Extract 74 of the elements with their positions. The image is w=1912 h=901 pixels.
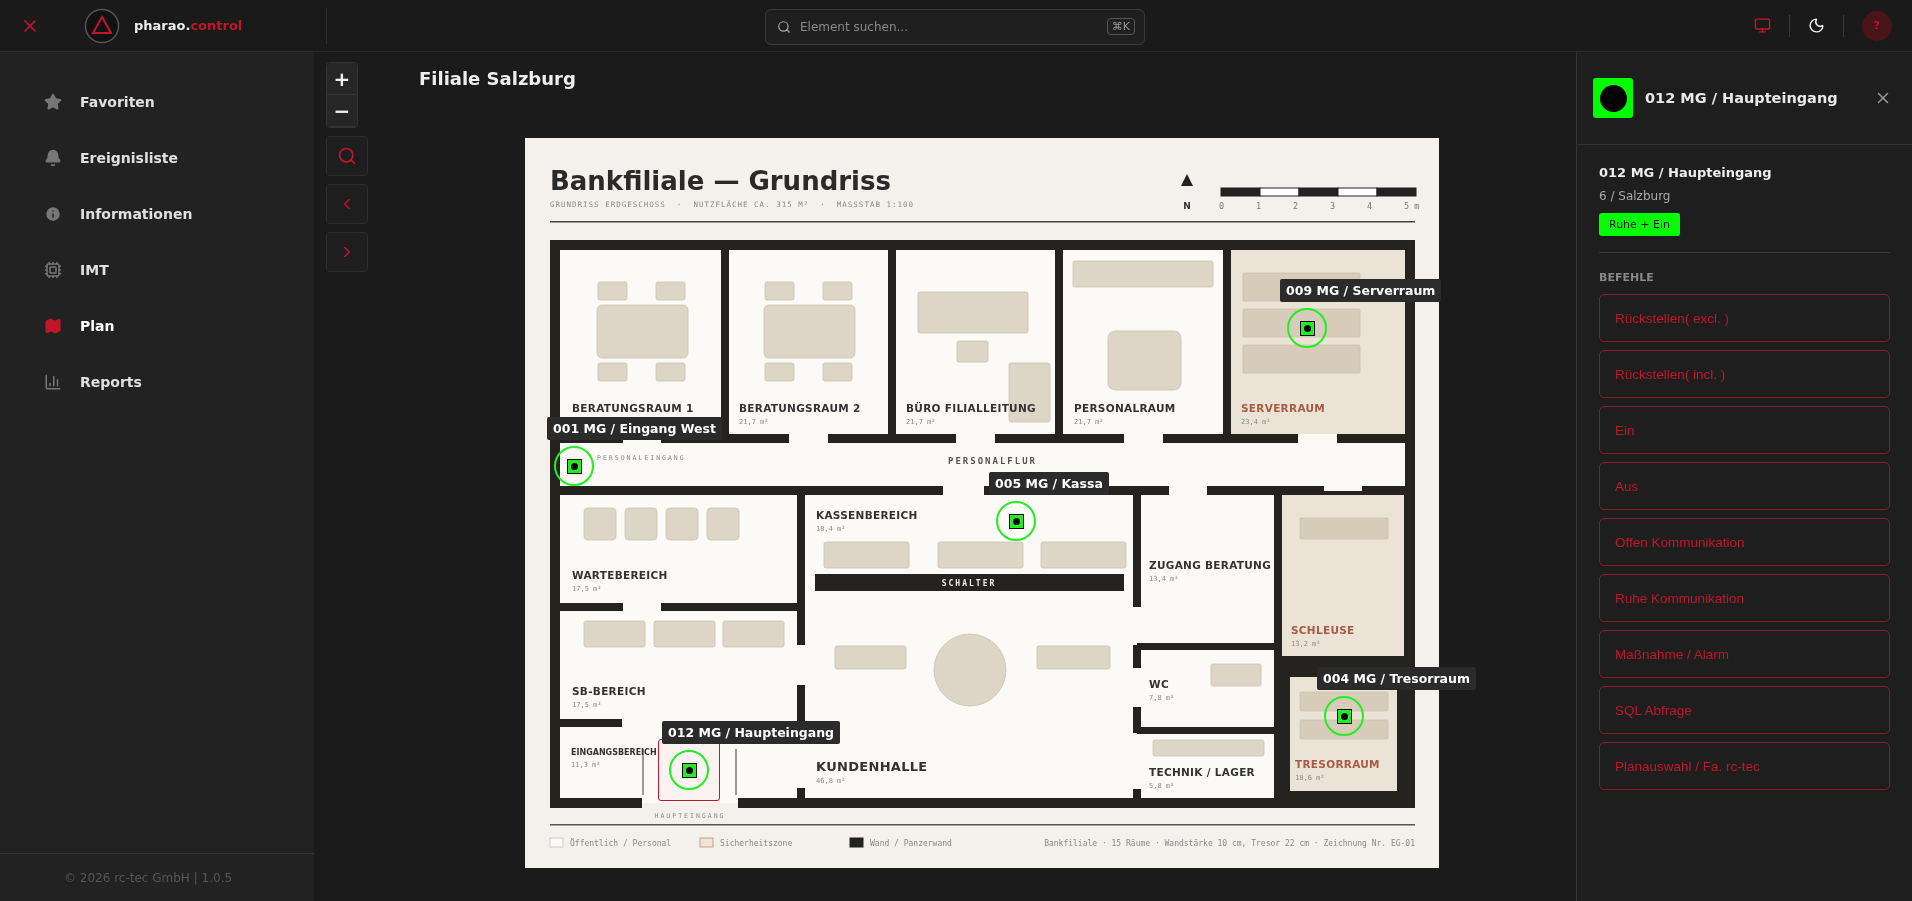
map-title: Filiale Salzburg <box>418 67 577 91</box>
command-button[interactable]: Aus <box>1599 462 1890 510</box>
scale-tick-label: 4 <box>1367 201 1373 211</box>
plan-title: Bankfiliale — Grundriss <box>550 166 891 196</box>
nav-item[interactable]: Plan <box>0 298 314 354</box>
element-name: 012 MG / Haupteingang <box>1599 165 1773 180</box>
command-button[interactable]: SQL Abfrage <box>1599 686 1890 734</box>
brand-name: pharao.control <box>134 18 243 33</box>
plan-annotation: SCHALTER <box>941 579 997 588</box>
room-name: SB-BEREICH <box>572 685 646 697</box>
room-name: EINGANGSBEREICH <box>571 748 657 757</box>
scale-tick-label: 0 <box>1219 201 1225 211</box>
command-button[interactable]: Ein <box>1599 406 1890 454</box>
scale-tick-label: 3 <box>1330 201 1336 211</box>
search-button[interactable] <box>326 136 368 176</box>
zoom-out-button[interactable]: − <box>327 95 357 127</box>
scale-tick-label: 5 m <box>1404 201 1420 211</box>
command-button[interactable]: Offen Kommunikation <box>1599 518 1890 566</box>
legend-label: Wand / Panzerwand <box>870 839 952 848</box>
legend-label: Öffentlich / Personal <box>570 839 672 848</box>
sensor-marker[interactable] <box>658 739 720 801</box>
room-name: SCHLEUSE <box>1291 624 1355 636</box>
scale-tick-label: 1 <box>1256 201 1262 211</box>
nav-item[interactable]: Reports <box>0 354 314 410</box>
room-name: KASSENBEREICH <box>816 509 918 521</box>
nav-item[interactable]: Informationen <box>0 186 314 242</box>
star-icon <box>44 93 62 111</box>
marker-tooltip: 009 MG / Serverraum <box>1280 279 1442 302</box>
monitor-icon[interactable] <box>1754 17 1771 34</box>
room-name: BERATUNGSRAUM 2 <box>739 402 861 414</box>
north-label: N <box>1183 201 1191 211</box>
room-name: WARTEBEREICH <box>572 569 668 581</box>
bell-icon <box>44 149 62 167</box>
scale-tick-label: 2 <box>1293 201 1299 211</box>
nav-item[interactable]: Ereignisliste <box>0 130 314 186</box>
info-icon <box>44 205 62 223</box>
nav-item[interactable]: IMT <box>0 242 314 298</box>
command-button[interactable]: Ruhe Kommunikation <box>1599 574 1890 622</box>
logo-icon <box>84 7 120 44</box>
search-icon <box>337 146 357 166</box>
moon-icon[interactable] <box>1808 17 1825 34</box>
room-name: PERSONALRAUM <box>1074 402 1176 414</box>
status-badge: Ruhe + Ein <box>1599 213 1681 236</box>
plan-note: Bankfiliale · 15 Räume · Wandstärke 10 cm, Tresor 22 cm · Zeichnung Nr. EG-01 <box>1044 839 1415 848</box>
command-button[interactable]: Maßnahme / Alarm <box>1599 630 1890 678</box>
room-name: SERVERRAUM <box>1241 402 1326 414</box>
section-heading: BEFEHLE <box>1599 271 1655 284</box>
room-name: WC <box>1149 678 1169 690</box>
search-icon <box>777 20 791 34</box>
map-icon <box>44 317 62 335</box>
element-location: 6 / Salzburg <box>1599 189 1672 203</box>
room-name: BÜRO FILIALLEITUNG <box>906 402 1036 414</box>
shortcut-hint: ⌘K <box>1106 18 1135 35</box>
room-name: TRESORRAUM <box>1295 758 1380 770</box>
command-button[interactable]: Rückstellen( incl. ) <box>1599 350 1890 398</box>
help-avatar[interactable]: ? <box>1862 10 1892 41</box>
zoom-in-button[interactable]: + <box>327 63 357 95</box>
marker-tooltip: 012 MG / Haupteingang <box>662 721 841 744</box>
north-arrow-icon <box>1181 174 1193 186</box>
marker-tooltip: 004 MG / Tresorraum <box>1317 667 1476 690</box>
panel-title: 012 MG / Haupteingang <box>1645 90 1839 106</box>
marker-tooltip: 005 MG / Kassa <box>989 472 1109 495</box>
nav-item[interactable]: Favoriten <box>0 74 314 130</box>
command-button[interactable]: Planauswahl / Fa. rc-tec <box>1599 742 1890 790</box>
room-name: BERATUNGSRAUM 1 <box>572 402 694 414</box>
room-name: ZUGANG BERATUNG <box>1149 559 1272 571</box>
room-name: KUNDENHALLE <box>816 759 928 774</box>
marker-tooltip: 001 MG / Eingang West <box>547 417 722 440</box>
chip-icon <box>44 261 62 279</box>
plan-annotation: PERSONALFLUR <box>948 456 1038 466</box>
legend-label: Sicherheitszone <box>720 839 793 848</box>
command-button[interactable]: Rückstellen( excl. ) <box>1599 294 1890 342</box>
room-name: TECHNIK / LAGER <box>1149 766 1255 778</box>
bar-chart-icon <box>44 373 62 391</box>
